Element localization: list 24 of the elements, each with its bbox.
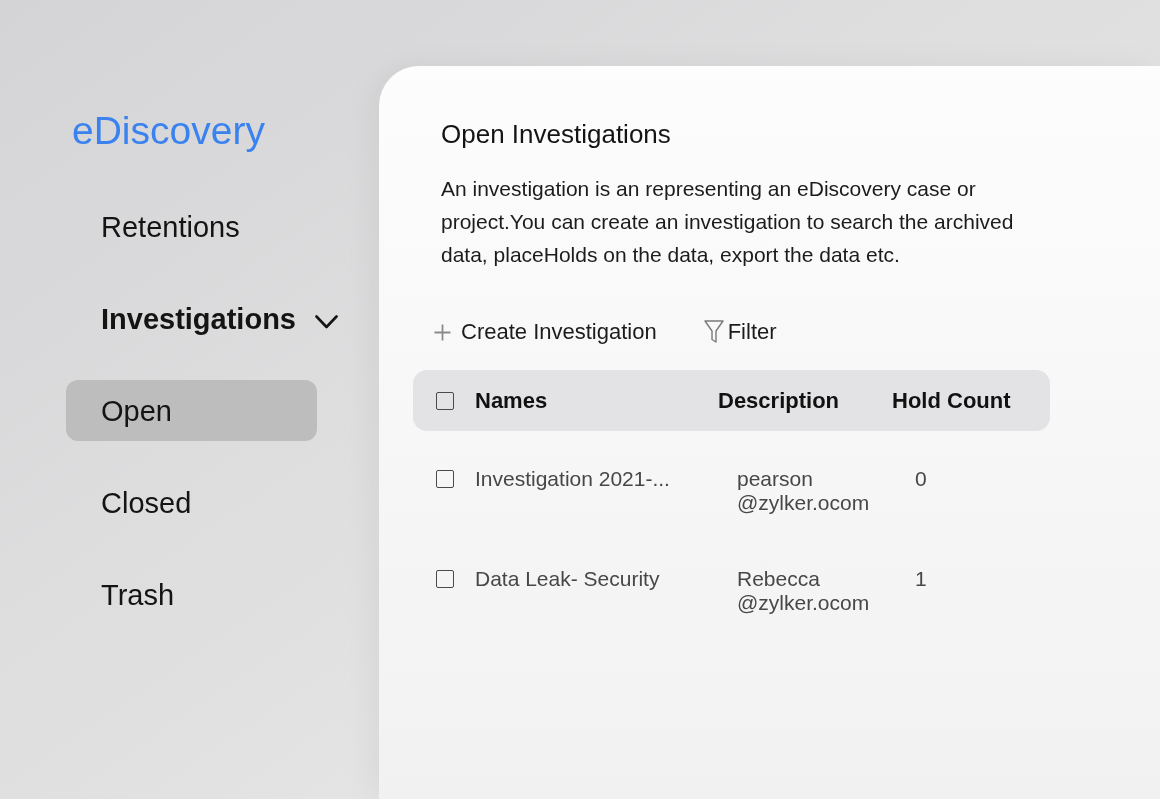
checkbox[interactable] [436, 391, 454, 410]
nav-item[interactable]: Open [66, 380, 317, 441]
table-cell: 1 [915, 567, 927, 591]
description-text: An investigation is an representing an eDiscovery case or project.You can create an investigation to search the archived data, placeHolds on the data, export the data etc. [441, 176, 1015, 268]
create-button[interactable]: Create Investigation [434, 314, 657, 350]
column-header: Hold Count [892, 386, 1011, 415]
page-title: Open Investigations [441, 118, 671, 150]
table-cell: Data Leak- Security [475, 567, 660, 591]
app-logo: eDiscovery [72, 108, 265, 154]
table-cell: Investigation 2021-... [475, 467, 670, 491]
table-cell: 0 [915, 467, 927, 491]
nav-item[interactable]: Retentions [101, 208, 240, 245]
checkbox[interactable] [436, 470, 454, 488]
filter-button[interactable]: Filter [703, 314, 777, 350]
nav-item[interactable]: Investigations [101, 300, 338, 337]
column-header: Description [718, 386, 840, 415]
nav-item[interactable]: Trash [101, 576, 175, 613]
nav-item[interactable]: Closed [101, 484, 192, 521]
plus-icon [434, 323, 451, 341]
filter-icon [703, 320, 724, 344]
table-cell-text: Rebecca @zylker.ocom [737, 567, 871, 615]
checkbox[interactable] [436, 570, 454, 588]
column-header: Names [475, 386, 548, 415]
table-cell-text: pearson @zylker.ocom [737, 467, 871, 515]
